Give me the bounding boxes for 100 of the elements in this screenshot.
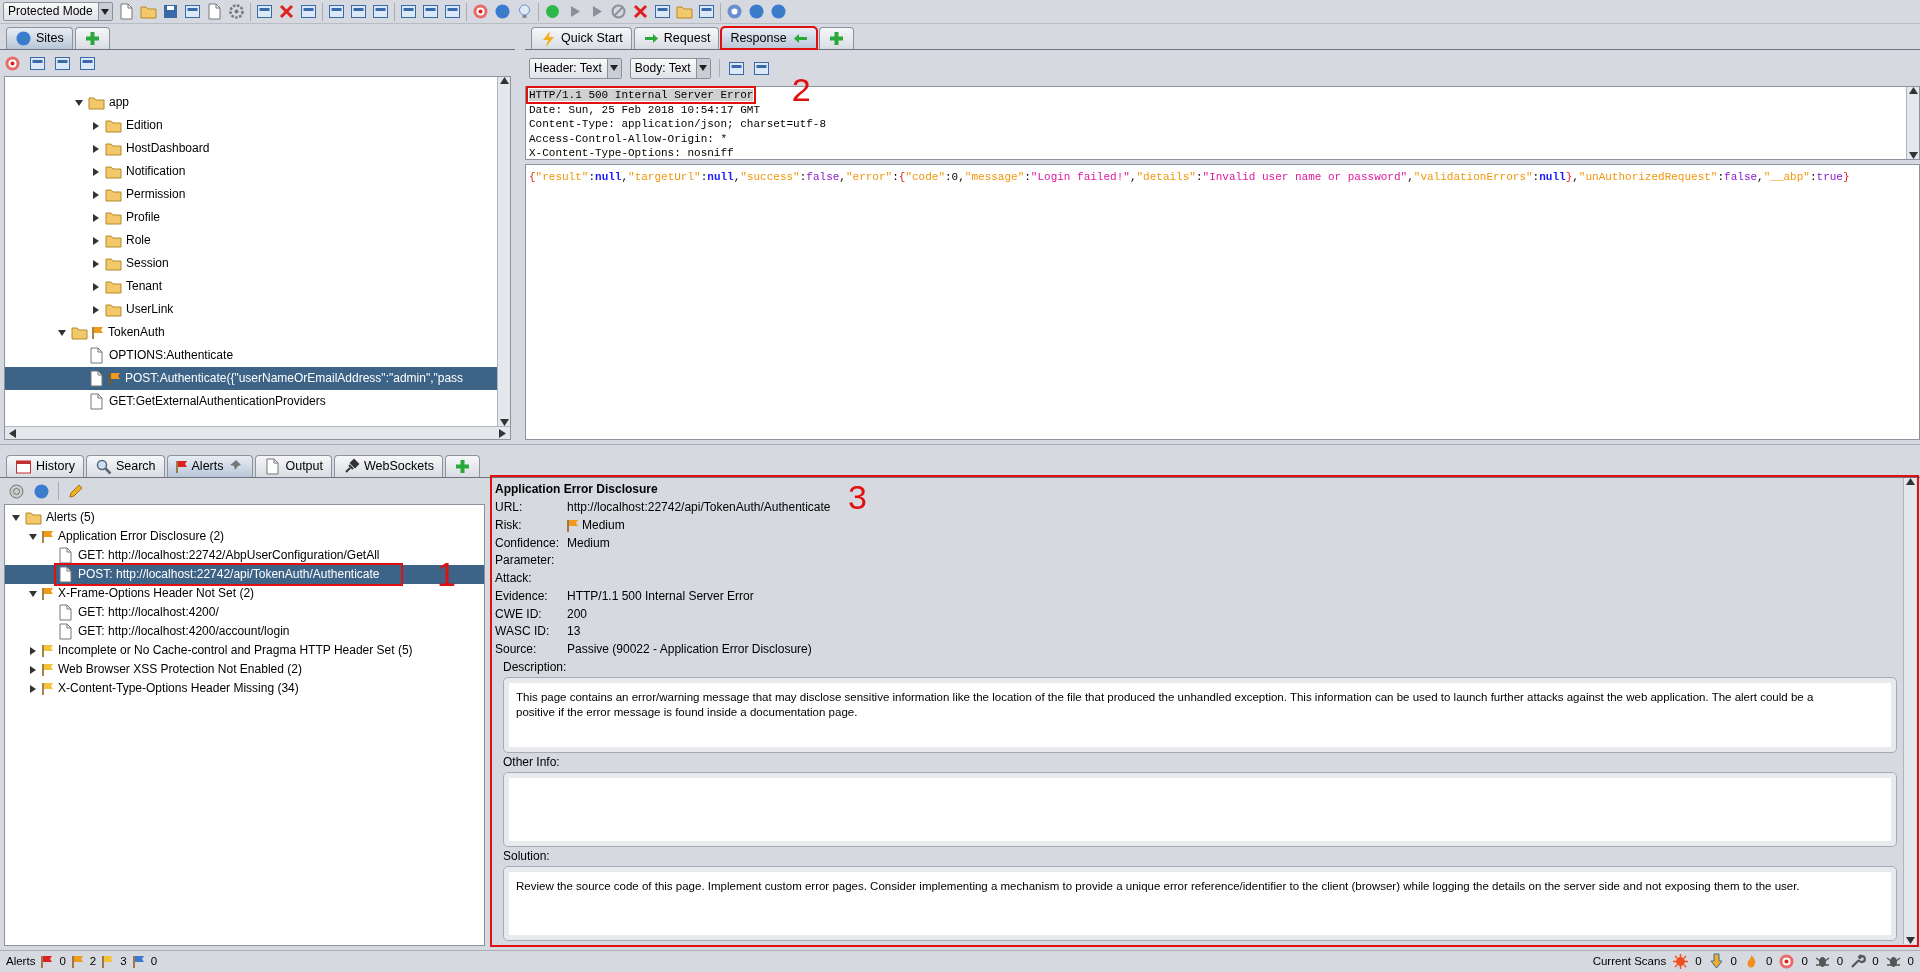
tree-row[interactable]: GET: http://localhost:4200/ (5, 603, 484, 622)
globe-icon[interactable] (769, 3, 787, 20)
stop-icon[interactable] (609, 3, 627, 20)
window-icon[interactable] (255, 3, 273, 20)
tree-row[interactable]: Application Error Disclosure (2) (5, 527, 484, 546)
caret-right-icon[interactable] (28, 645, 38, 656)
tree-row[interactable]: GET: http://localhost:4200/account/login (5, 622, 484, 641)
caret-down-icon[interactable] (11, 512, 21, 523)
tree-row[interactable]: app (5, 91, 497, 114)
vertical-scrollbar[interactable] (1906, 87, 1919, 159)
burst-icon[interactable] (1672, 953, 1690, 970)
caret-right-icon[interactable] (91, 281, 101, 292)
caret-right-icon[interactable] (91, 212, 101, 223)
mode-dropdown[interactable]: Protected Mode (3, 2, 113, 21)
message-tab[interactable]: Response (721, 27, 817, 49)
tree-row[interactable]: Role (5, 229, 497, 252)
caret-right-icon[interactable] (91, 235, 101, 246)
caret-right-icon[interactable] (91, 189, 101, 200)
tree-row[interactable]: TokenAuth (5, 321, 497, 344)
window-icon[interactable] (653, 3, 671, 20)
caret-down-icon[interactable] (28, 588, 38, 599)
caret-right-icon[interactable] (91, 304, 101, 315)
tree-row[interactable]: Alerts (5) (5, 508, 484, 527)
window-icon[interactable] (327, 3, 345, 20)
vertical-scrollbar[interactable] (1903, 478, 1916, 944)
page-icon[interactable] (117, 3, 135, 20)
globe-icon[interactable] (747, 3, 765, 20)
panel-tab[interactable]: WebSockets (334, 455, 443, 477)
scroll-down-icon[interactable] (1908, 152, 1918, 159)
target-icon[interactable] (471, 3, 489, 20)
down-arrow-icon[interactable] (1707, 953, 1725, 970)
tree-row[interactable]: POST:Authenticate({"userNameOrEmailAddress":"admin","pass (5, 367, 497, 390)
scroll-right-icon[interactable] (499, 428, 506, 438)
panel-tab[interactable]: History (6, 455, 84, 477)
window-icon[interactable] (697, 3, 715, 20)
caret-right-icon[interactable] (91, 166, 101, 177)
tree-row[interactable]: Permission (5, 183, 497, 206)
window-icon[interactable] (79, 54, 96, 72)
horizontal-scrollbar[interactable] (5, 426, 510, 439)
body-view-dropdown[interactable]: Body: Text (629, 57, 711, 79)
caret-right-icon[interactable] (91, 143, 101, 154)
add-tab-button[interactable] (74, 27, 110, 49)
caret-right-icon[interactable] (28, 664, 38, 675)
scroll-down-icon[interactable] (1905, 937, 1915, 944)
tree-row[interactable]: HostDashboard (5, 137, 497, 160)
tree-row[interactable]: Session (5, 252, 497, 275)
scroll-up-icon[interactable] (1908, 87, 1918, 94)
add-tab-button[interactable] (444, 455, 480, 477)
tree-row[interactable]: POST: http://localhost:22742/api/TokenAuth/Authenticate 1 (5, 565, 484, 584)
caret-right-icon[interactable] (91, 258, 101, 269)
close-icon[interactable] (631, 3, 649, 20)
window-icon[interactable] (399, 3, 417, 20)
caret-right-icon[interactable] (91, 120, 101, 131)
tree-row[interactable]: Tenant (5, 275, 497, 298)
header-view-dropdown[interactable]: Header: Text (529, 57, 622, 79)
globe-icon[interactable] (493, 3, 511, 20)
panel-tab[interactable]: Search (85, 455, 165, 477)
tree-row[interactable]: Notification (5, 160, 497, 183)
window-icon[interactable] (183, 3, 201, 20)
message-tab[interactable]: Request (633, 27, 720, 49)
vertical-scrollbar[interactable] (497, 77, 510, 426)
tree-row[interactable]: OPTIONS:Authenticate (5, 344, 497, 367)
tree-row[interactable]: Edition (5, 114, 497, 137)
caret-down-icon[interactable] (74, 97, 84, 108)
tree-row[interactable]: Web Browser XSS Protection Not Enabled (2) (5, 660, 484, 679)
caret-down-icon[interactable] (57, 327, 67, 338)
target-icon[interactable] (4, 54, 21, 72)
tree-row[interactable]: X-Content-Type-Options Header Missing (34) (5, 679, 484, 698)
close-icon[interactable] (277, 3, 295, 20)
ring-icon[interactable] (8, 482, 25, 500)
window-icon[interactable] (421, 3, 439, 20)
scroll-up-icon[interactable] (1905, 478, 1915, 485)
tree-row[interactable]: Profile (5, 206, 497, 229)
caret-right-icon[interactable] (28, 683, 38, 694)
window-icon[interactable] (299, 3, 317, 20)
tree-row[interactable]: UserLink (5, 298, 497, 321)
window-icon[interactable] (752, 59, 770, 77)
add-tab-button[interactable] (818, 27, 854, 49)
pencil-icon[interactable] (67, 482, 84, 500)
target-icon[interactable] (1778, 953, 1796, 970)
window-icon[interactable] (54, 54, 71, 72)
window-icon[interactable] (349, 3, 367, 20)
message-tab[interactable]: Quick Start (531, 27, 632, 49)
tree-row[interactable]: GET:GetExternalAuthenticationProviders (5, 390, 497, 413)
window-icon[interactable] (727, 59, 745, 77)
tree-row[interactable]: Incomplete or No Cache-control and Pragma HTTP Header Set (5) (5, 641, 484, 660)
panel-tab[interactable]: Output (255, 455, 332, 477)
page-icon[interactable] (205, 3, 223, 20)
window-icon[interactable] (29, 54, 46, 72)
wrench-icon[interactable] (1849, 953, 1867, 970)
sites-tab[interactable]: Sites (6, 27, 73, 49)
scroll-up-icon[interactable] (499, 77, 509, 84)
panel-tab[interactable]: Alerts (166, 455, 254, 477)
window-icon[interactable] (371, 3, 389, 20)
settings-icon[interactable] (227, 3, 245, 20)
caret-down-icon[interactable] (28, 531, 38, 542)
window-icon[interactable] (443, 3, 461, 20)
globe-icon[interactable] (33, 482, 50, 500)
scroll-left-icon[interactable] (9, 428, 16, 438)
help-icon[interactable] (725, 3, 743, 20)
